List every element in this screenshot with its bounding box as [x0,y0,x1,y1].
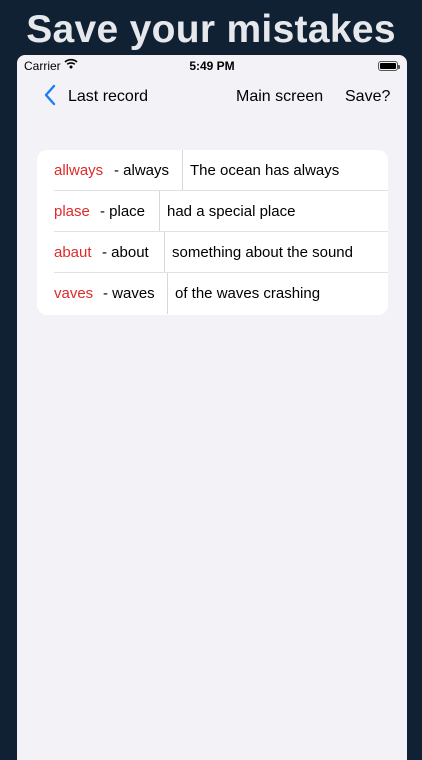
main-screen-button[interactable]: Main screen [236,88,323,106]
mistakes-list: allways - always The ocean has always pl… [37,150,388,315]
status-time: 5:49 PM [189,59,235,73]
back-chevron-icon[interactable] [44,84,56,111]
context-phrase: something about the sound [172,244,353,261]
column-divider [164,232,165,273]
list-item[interactable]: vaves - waves of the waves crashing [37,273,388,314]
status-bar: Carrier 5:49 PM [17,55,407,77]
corrected-word: - place [100,203,146,220]
battery-icon [378,61,400,71]
list-item[interactable]: plase - place had a special place [37,191,388,232]
misspelled-word: vaves [54,285,94,302]
corrected-word: - always [114,162,170,179]
column-divider [182,150,183,191]
misspelled-word: plase [54,203,90,220]
misspelled-word: allways [54,162,104,179]
list-item[interactable]: abaut - about something about the sound [37,232,388,273]
corrected-word: - waves [103,285,155,302]
corrected-word: - about [102,244,149,261]
context-phrase: had a special place [167,203,296,220]
phone-screen: Carrier 5:49 PM Last record Main screen … [17,55,407,760]
back-button-last-record[interactable]: Last record [68,88,148,106]
column-divider [167,273,168,314]
column-divider [159,191,160,232]
context-phrase: The ocean has always [190,162,340,179]
misspelled-word: abaut [54,244,92,261]
list-item[interactable]: allways - always The ocean has always [37,150,388,191]
context-phrase: of the waves crashing [175,285,321,302]
promo-headline: Save your mistakes [26,8,396,51]
navigation-bar: Last record Main screen Save? [17,80,407,114]
save-button[interactable]: Save? [345,88,390,106]
